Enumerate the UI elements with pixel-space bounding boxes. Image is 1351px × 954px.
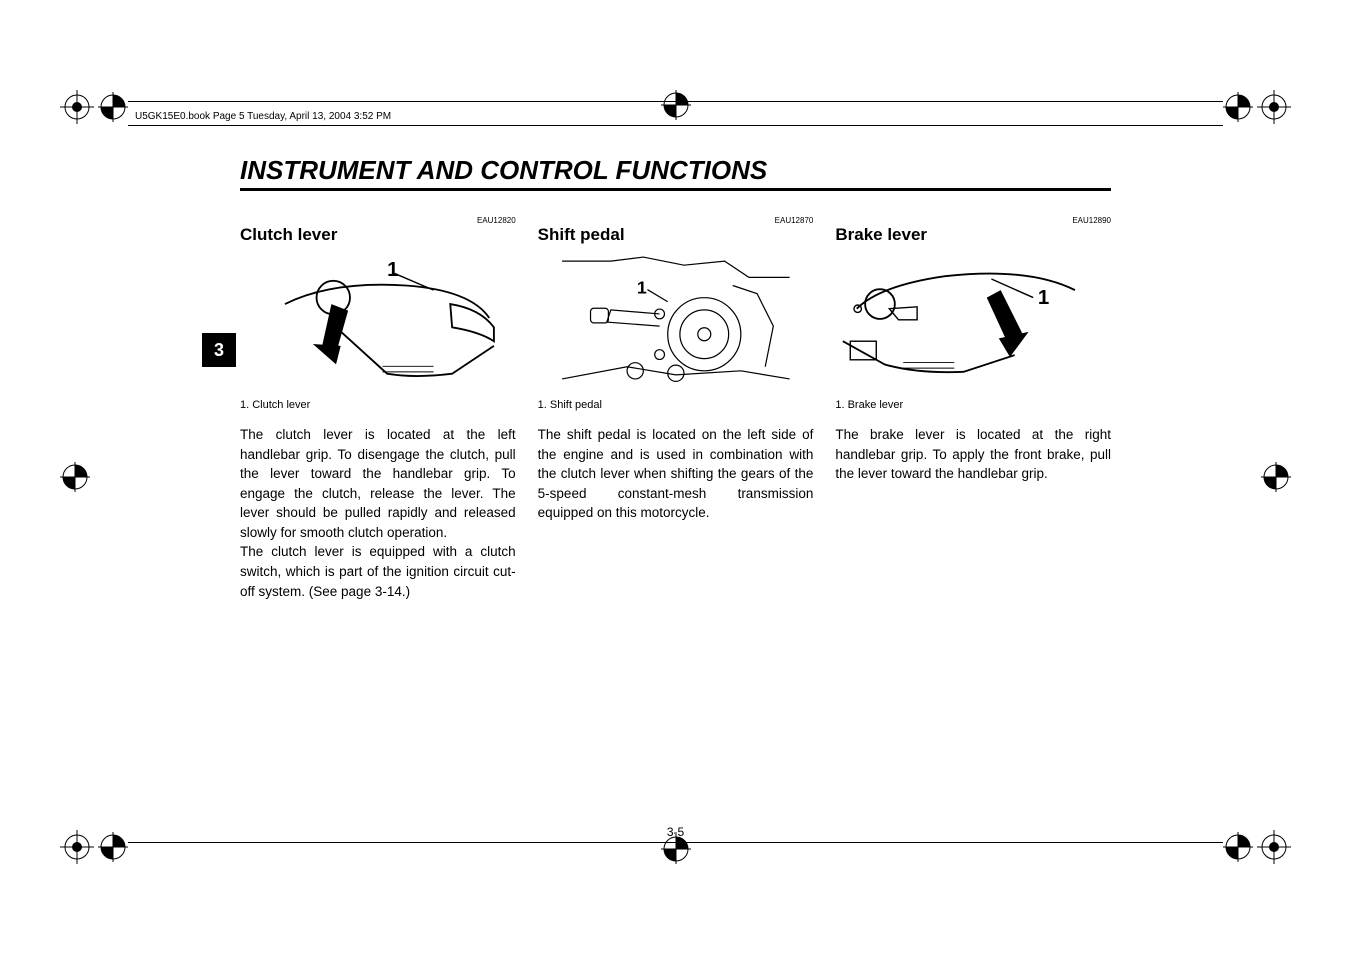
columns: EAU12820 Clutch lever 1 1. Clutch lever — [240, 216, 1111, 601]
section-code: EAU12890 — [1072, 216, 1111, 225]
section-heading: Brake lever — [835, 225, 1111, 245]
callout-1: 1 — [1038, 287, 1049, 309]
paragraph: The clutch lever is located at the left … — [240, 425, 516, 542]
figure-caption: 1. Shift pedal — [538, 399, 814, 411]
callout-1: 1 — [637, 278, 647, 298]
body-text: The shift pedal is located on the left s… — [538, 425, 814, 523]
section-code: EAU12820 — [477, 216, 516, 225]
crop-mark-top-right — [1223, 90, 1291, 124]
paragraph: The shift pedal is located on the left s… — [538, 425, 814, 523]
crop-mark-middle-right — [1261, 462, 1291, 492]
callout-1: 1 — [387, 259, 398, 281]
page-content: INSTRUMENT AND CONTROL FUNCTIONS 3 EAU12… — [240, 155, 1111, 799]
column-clutch-lever: EAU12820 Clutch lever 1 1. Clutch lever — [240, 216, 516, 601]
body-text: The brake lever is located at the right … — [835, 425, 1111, 484]
body-text: The clutch lever is located at the left … — [240, 425, 516, 601]
header-file-label: U5GK15E0.book Page 5 Tuesday, April 13, … — [135, 111, 391, 122]
crop-mark-bottom-left — [60, 830, 128, 864]
footer-rule — [128, 842, 1223, 843]
paragraph: The clutch lever is equipped with a clut… — [240, 542, 516, 601]
figure-clutch-lever: 1 — [240, 253, 516, 383]
page-title: INSTRUMENT AND CONTROL FUNCTIONS — [240, 155, 1111, 186]
figure-caption: 1. Brake lever — [835, 399, 1111, 411]
header-rule-bottom — [128, 125, 1223, 126]
figure-brake-lever: 1 — [835, 253, 1111, 383]
crop-mark-bottom-right — [1223, 830, 1291, 864]
paragraph: The brake lever is located at the right … — [835, 425, 1111, 484]
figure-caption: 1. Clutch lever — [240, 399, 516, 411]
crop-mark-top-left — [60, 90, 128, 124]
page-number: 3-5 — [667, 825, 684, 839]
section-heading: Clutch lever — [240, 225, 516, 245]
title-rule — [240, 188, 1111, 191]
section-code: EAU12870 — [775, 216, 814, 225]
crop-mark-middle-left — [60, 462, 90, 492]
section-heading: Shift pedal — [538, 225, 814, 245]
header-rule-top — [128, 101, 1223, 102]
crop-mark-top-center — [661, 90, 691, 120]
figure-shift-pedal: 1 — [538, 253, 814, 383]
column-brake-lever: EAU12890 Brake lever 1 1. — [835, 216, 1111, 601]
chapter-tab: 3 — [202, 333, 236, 367]
column-shift-pedal: EAU12870 Shift pedal 1 — [538, 216, 814, 601]
